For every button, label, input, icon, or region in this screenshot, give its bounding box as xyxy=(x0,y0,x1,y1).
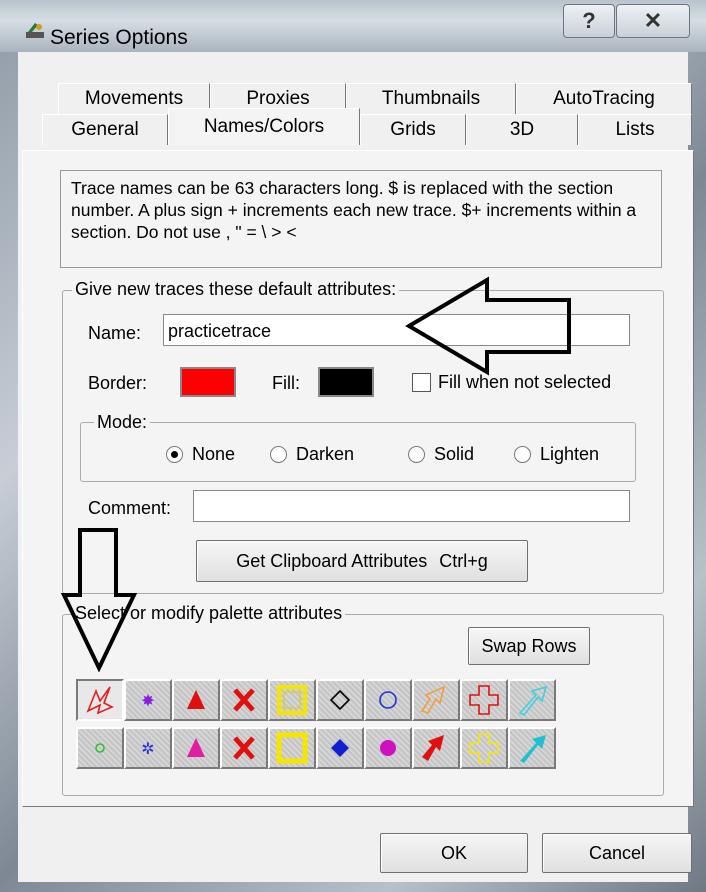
help-button[interactable]: ? xyxy=(563,4,615,38)
svg-text:✲: ✲ xyxy=(141,739,154,758)
cancel-button[interactable]: Cancel xyxy=(542,833,692,873)
palette-cell-2-9[interactable] xyxy=(460,727,508,769)
mode-solid-label: Solid xyxy=(434,444,475,464)
custom-red-arrow-icon xyxy=(86,686,114,715)
palette-cell-2-2[interactable]: ✲ xyxy=(124,727,172,769)
blue-star-icon: ✲ xyxy=(141,739,154,758)
comment-label: Comment: xyxy=(88,498,172,518)
tab-autotracing[interactable]: AutoTracing xyxy=(516,83,692,114)
info-text: Trace names can be 63 characters long. $… xyxy=(60,170,662,268)
black-diamond-icon xyxy=(329,689,351,711)
red-x-icon xyxy=(233,688,255,712)
palette-cell-1-8[interactable] xyxy=(412,679,460,721)
title-bar: Series Options ? ✕ xyxy=(0,0,706,52)
purple-star-icon: ✸ xyxy=(141,691,154,710)
yellow-square-icon xyxy=(277,685,307,715)
get-clipboard-attributes-button[interactable]: Get Clipboard Attributes Ctrl+g xyxy=(196,540,528,582)
tab-thumbnails[interactable]: Thumbnails xyxy=(346,83,516,114)
palette-cell-2-8[interactable] xyxy=(412,727,460,769)
tab-names-colors[interactable]: Names/Colors xyxy=(168,108,360,145)
red-triangle-icon xyxy=(187,690,205,709)
palette-cell-1-9[interactable] xyxy=(460,679,508,721)
tab-3d[interactable]: 3D xyxy=(466,114,578,145)
mode-darken-label: Darken xyxy=(296,444,355,464)
yellow-square-bold-icon xyxy=(276,732,308,764)
palette-cell-2-4[interactable] xyxy=(220,727,268,769)
fill-color-swatch[interactable] xyxy=(318,367,374,397)
yellow-outline-cross-icon xyxy=(469,733,499,763)
mode-darken-radio[interactable] xyxy=(270,446,287,463)
palette-cell-1-5[interactable] xyxy=(268,679,316,721)
defaults-legend: Give new traces these default attributes… xyxy=(72,279,400,300)
left-pointing-annotation-arrow-icon xyxy=(405,276,571,376)
magenta-filled-circle-icon xyxy=(380,740,396,756)
palette-cell-1-10[interactable] xyxy=(508,679,556,721)
ok-button[interactable]: OK xyxy=(380,833,528,873)
blue-circle-icon xyxy=(379,691,397,709)
palette-cell-1-2[interactable]: ✸ xyxy=(124,679,172,721)
red-filled-arrow-icon xyxy=(422,735,444,761)
magenta-triangle-icon xyxy=(187,738,205,757)
clipboard-button-label: Get Clipboard Attributes xyxy=(236,550,428,571)
border-color-swatch[interactable] xyxy=(180,367,236,397)
palette-cell-2-1[interactable] xyxy=(76,727,124,769)
palette-cell-1-7[interactable] xyxy=(364,679,412,721)
swap-rows-button[interactable]: Swap Rows xyxy=(468,627,590,665)
mode-none-radio[interactable] xyxy=(166,446,183,463)
orange-outline-arrow-icon xyxy=(420,685,446,714)
mode-none-label: None xyxy=(192,444,236,464)
app-icon xyxy=(26,23,44,38)
red-outline-cross-icon xyxy=(469,685,499,715)
palette-cell-1-3[interactable] xyxy=(172,679,220,721)
red-x-bold-icon xyxy=(233,736,255,760)
cyan-filled-arrow-icon xyxy=(520,735,546,763)
palette-cell-1-1[interactable] xyxy=(76,679,124,721)
palette-cell-2-3[interactable] xyxy=(172,727,220,769)
window-title: Series Options xyxy=(50,26,188,49)
fill-label: Fill: xyxy=(272,373,300,393)
blue-filled-diamond-icon xyxy=(331,739,349,757)
close-button[interactable]: ✕ xyxy=(616,4,690,38)
palette-cell-1-4[interactable] xyxy=(220,679,268,721)
clipboard-shortcut: Ctrl+g xyxy=(439,550,488,571)
palette-cell-2-10[interactable] xyxy=(508,727,556,769)
comment-input[interactable] xyxy=(193,490,630,522)
palette-cell-1-6[interactable] xyxy=(316,679,364,721)
mode-legend: Mode: xyxy=(94,412,151,433)
cyan-outline-arrow-icon xyxy=(518,685,548,717)
down-pointing-annotation-arrow-icon xyxy=(60,528,138,672)
border-label: Border: xyxy=(88,373,148,393)
palette-cell-2-6[interactable] xyxy=(316,727,364,769)
tab-grids[interactable]: Grids xyxy=(360,114,466,145)
mode-lighten-radio[interactable] xyxy=(514,446,531,463)
palette-cell-2-5[interactable] xyxy=(268,727,316,769)
svg-text:✸: ✸ xyxy=(141,691,154,710)
mode-solid-radio[interactable] xyxy=(408,446,425,463)
palette-cell-2-7[interactable] xyxy=(364,727,412,769)
name-label: Name: xyxy=(88,323,142,343)
green-dot-icon xyxy=(95,743,105,753)
tab-lists[interactable]: Lists xyxy=(578,114,692,145)
mode-lighten-label: Lighten xyxy=(540,444,600,464)
tab-general[interactable]: General xyxy=(42,114,168,145)
